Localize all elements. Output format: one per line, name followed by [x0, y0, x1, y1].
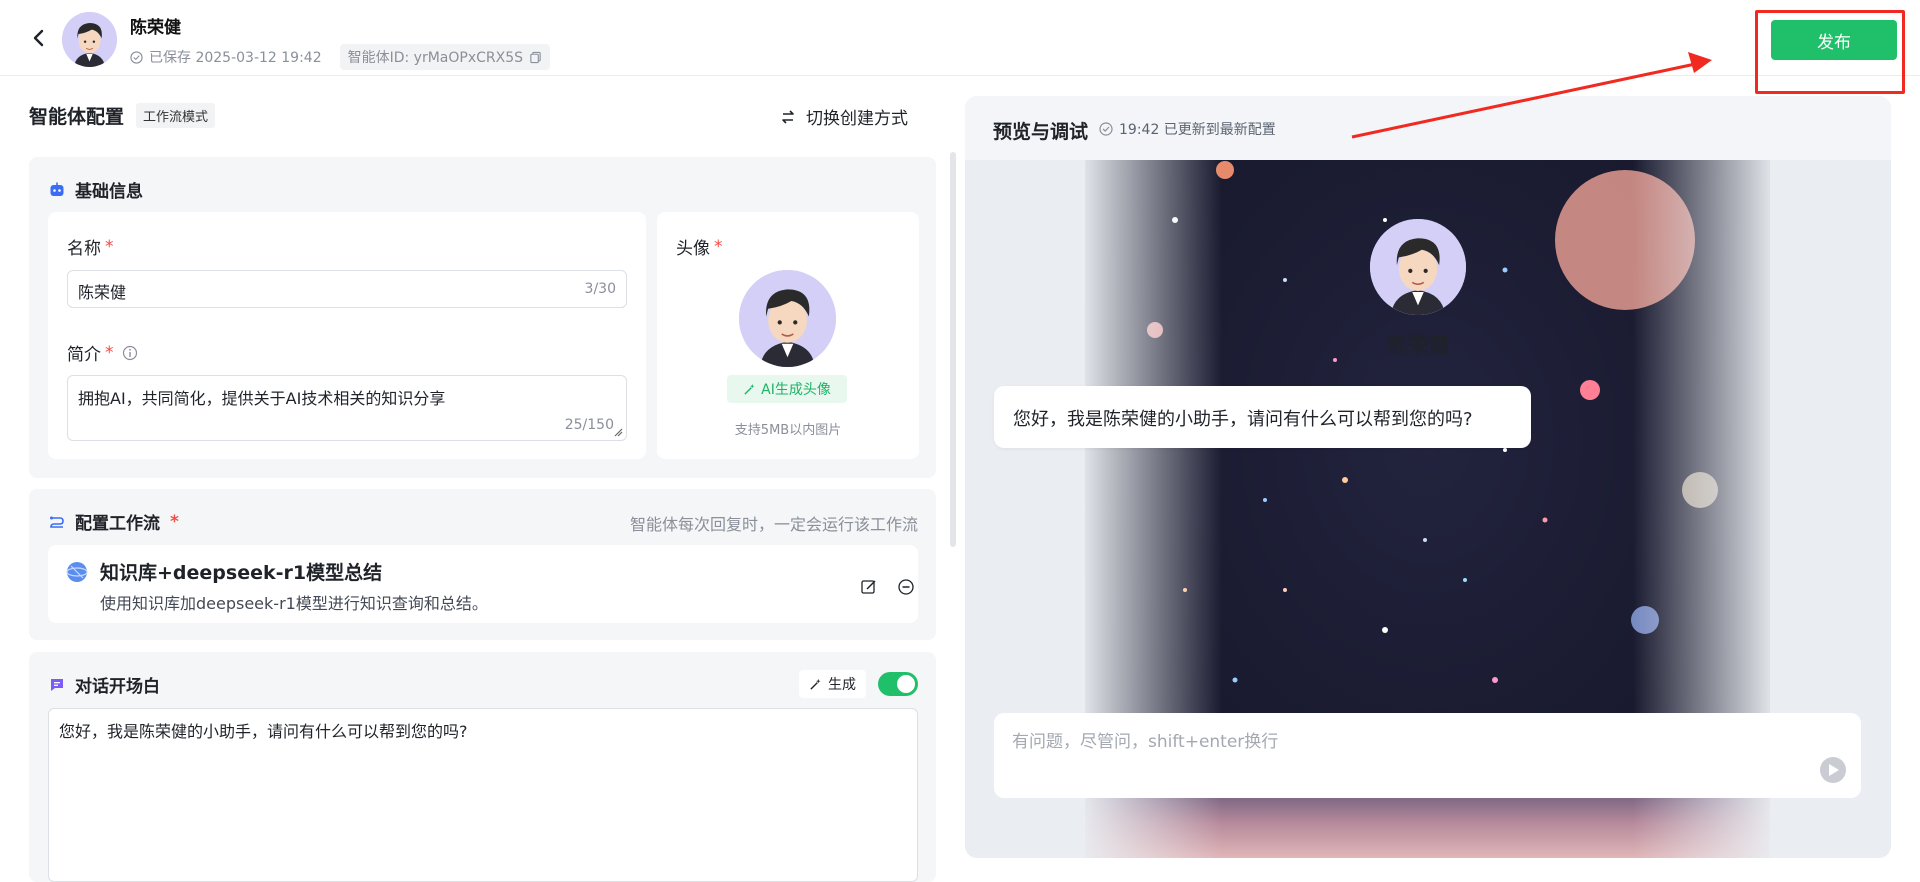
chat-input-placeholder: 有问题，尽管问，shift+enter换行 [1012, 732, 1279, 752]
basic-info-label: 基础信息 [75, 182, 143, 202]
config-scrollbar[interactable] [950, 152, 956, 547]
opening-label: 对话开场白 [75, 677, 160, 697]
workflow-desc: 使用知识库加deepseek-r1模型进行知识查询和总结。 [100, 594, 488, 613]
resize-handle-icon[interactable] [613, 427, 623, 437]
magic-wand-icon [744, 383, 755, 395]
basic-info-title: 基础信息 [49, 177, 143, 202]
desc-counter: 25/150 [564, 417, 614, 433]
preview-status-text: 19:42 已更新到最新配置 [1119, 122, 1276, 138]
preview-status: 19:42 已更新到最新配置 [1099, 119, 1276, 139]
name-counter: 3/30 [584, 281, 616, 297]
avatar-hint: 支持5MB以内图片 [734, 423, 842, 438]
avatar-label-text: 头像 [676, 239, 710, 259]
workflow-label: 配置工作流 [75, 514, 160, 534]
ai-generate-avatar-button[interactable]: AI生成头像 [727, 375, 847, 403]
required-mark: * [105, 236, 114, 257]
switch-creation-button[interactable]: 切换创建方式 [780, 104, 908, 129]
desc-textarea-value: 拥抱AI，共同简化，提供关于AI技术相关的知识分享 [78, 389, 446, 408]
mode-tag: 工作流模式 [136, 103, 216, 128]
knowledge-globe-icon [66, 562, 88, 582]
chat-input[interactable]: 有问题，尽管问，shift+enter换行 [994, 713, 1861, 798]
agent-avatar[interactable] [62, 12, 117, 67]
name-desc-box: 名称 * 陈荣健 3/30 简介 * 拥抱AI，共同简化，提供关于AI技术相关的知识… [48, 212, 646, 459]
name-input[interactable]: 陈荣健 3/30 [67, 270, 627, 308]
workflow-hint: 智能体每次回复时，一定会运行该工作流 [629, 515, 918, 534]
config-header: 智能体配置 工作流模式 [29, 102, 216, 129]
name-label: 名称 * [67, 234, 114, 260]
agent-id-text: 智能体ID: yrMaOPxCRX5S [347, 50, 524, 66]
workflow-card: 配置工作流 * 智能体每次回复时，一定会运行该工作流 知识库+deepseek-r… [29, 489, 936, 640]
publish-button[interactable]: 发布 [1771, 20, 1897, 60]
avatar-upload[interactable] [739, 270, 836, 367]
back-arrow-icon[interactable] [28, 26, 50, 50]
check-circle-icon [1099, 122, 1113, 136]
preview-agent-name: 陈荣健 [1386, 333, 1450, 357]
robot-icon [50, 182, 64, 196]
opening-text: 您好，我是陈荣健的小助手，请问有什么可以帮到您的吗? [59, 722, 468, 741]
generate-opening-button[interactable]: 生成 [799, 670, 866, 698]
desc-label: 简介 * [67, 340, 138, 365]
desc-label-text: 简介 [67, 345, 101, 365]
swap-icon [782, 109, 794, 124]
agent-name: 陈荣健 [130, 18, 181, 38]
edit-icon[interactable] [860, 578, 878, 596]
avatar-box: 头像 * AI生成头像 支持5MB以内图片 [657, 212, 919, 459]
opening-toggle[interactable] [878, 672, 918, 696]
saved-status: 已保存 2025-03-12 19:42 智能体ID: yrMaOPxCRX5S [130, 44, 551, 70]
remove-icon[interactable] [897, 578, 915, 596]
workflow-name: 知识库+deepseek-r1模型总结 [100, 562, 383, 584]
workflow-icon [50, 516, 64, 528]
switch-creation-label: 切换创建方式 [806, 109, 908, 129]
info-icon[interactable] [122, 345, 138, 361]
workflow-item[interactable]: 知识库+deepseek-r1模型总结 使用知识库加deepseek-r1模型进… [48, 545, 918, 623]
copy-icon[interactable] [529, 51, 542, 64]
preview-panel: 预览与调试 19:42 已更新到最新配置 陈荣健 您好，我是陈荣健的小助手，请问… [965, 96, 1891, 858]
config-title: 智能体配置 [29, 106, 125, 128]
ai-generate-avatar-label: AI生成头像 [761, 382, 831, 398]
saved-status-text: 已保存 2025-03-12 19:42 [149, 50, 322, 66]
greeting-message: 您好，我是陈荣健的小助手，请问有什么可以帮到您的吗? [994, 386, 1531, 448]
agent-id-badge: 智能体ID: yrMaOPxCRX5S [339, 44, 551, 70]
top-bar: 陈荣健 已保存 2025-03-12 19:42 智能体ID: yrMaOPxC… [0, 0, 1920, 94]
opening-textarea[interactable]: 您好，我是陈荣健的小助手，请问有什么可以帮到您的吗? [48, 708, 918, 882]
preview-avatar [1370, 219, 1466, 315]
required-mark: * [714, 236, 723, 257]
magic-wand-icon [810, 678, 821, 690]
preview-title: 预览与调试 [993, 121, 1089, 143]
required-mark: * [170, 511, 179, 532]
chat-bubble-icon [51, 678, 63, 691]
preview-header: 预览与调试 19:42 已更新到最新配置 [965, 96, 1891, 160]
opening-title: 对话开场白 [49, 672, 160, 697]
check-circle-icon [130, 50, 143, 64]
name-label-text: 名称 [67, 239, 101, 259]
desc-textarea[interactable]: 拥抱AI，共同简化，提供关于AI技术相关的知识分享 25/150 [67, 375, 627, 441]
space-horizon [1085, 788, 1770, 858]
avatar-label: 头像 * [676, 234, 723, 260]
opening-card: 对话开场白 生成 您好，我是陈荣健的小助手，请问有什么可以帮到您的吗? [29, 652, 936, 882]
name-input-value: 陈荣健 [78, 283, 127, 302]
required-mark: * [105, 342, 114, 363]
basic-info-card: 基础信息 名称 * 陈荣健 3/30 简介 * 拥抱AI，共同简化，提供关于AI技术… [29, 157, 936, 478]
workflow-title: 配置工作流 * [49, 509, 179, 534]
send-icon[interactable] [1819, 756, 1847, 784]
generate-opening-label: 生成 [828, 677, 856, 693]
